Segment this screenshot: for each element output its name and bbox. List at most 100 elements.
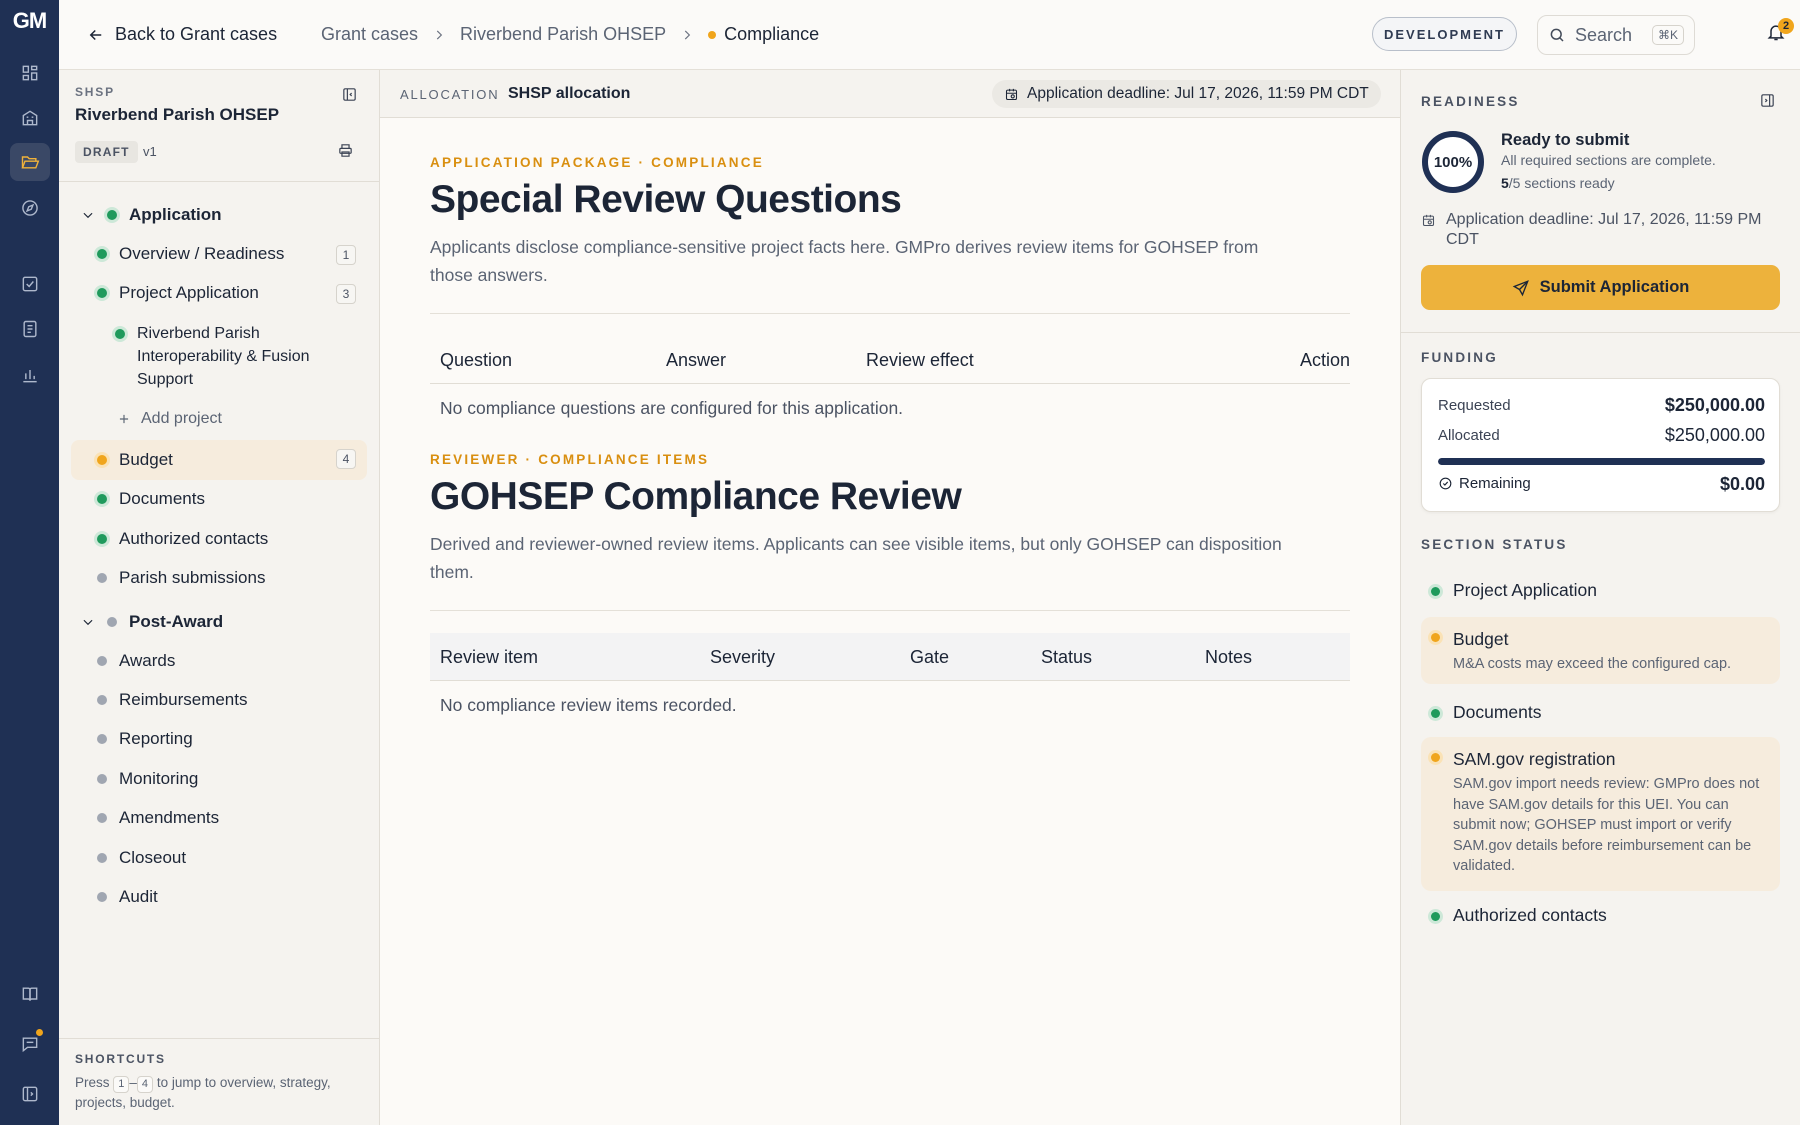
section-status-item[interactable]: SAM.gov registration SAM.gov import need… xyxy=(1421,737,1780,891)
status-dot xyxy=(97,734,107,744)
notifications-button[interactable]: 2 xyxy=(1766,18,1794,44)
sidebar-item-awards[interactable]: Awards xyxy=(97,651,175,671)
section-status-title: Documents xyxy=(1453,702,1542,722)
sidebar-item-label: Monitoring xyxy=(119,769,199,788)
sidebar-item-label: Project Application xyxy=(119,283,259,302)
deadline-text: Application deadline: Jul 17, 2026, 11:5… xyxy=(1027,85,1369,102)
add-project-button[interactable]: Add project xyxy=(117,410,222,428)
environment-badge: DEVELOPMENT xyxy=(1372,17,1517,51)
divider xyxy=(59,1038,379,1039)
sidebar-item-parish-submissions[interactable]: Parish submissions xyxy=(97,568,265,588)
section-status-title: Project Application xyxy=(1453,580,1597,600)
readiness-kicker: READINESS xyxy=(1421,94,1520,109)
collapse-panel-button[interactable] xyxy=(1759,92,1776,114)
rail-messages-button[interactable] xyxy=(10,1025,50,1063)
rail-finance-button[interactable] xyxy=(10,310,50,348)
status-dot xyxy=(115,329,125,339)
sidebar-item-monitoring[interactable]: Monitoring xyxy=(97,769,198,789)
status-dot xyxy=(97,288,107,298)
compass-icon xyxy=(22,200,38,216)
building-icon xyxy=(22,110,38,126)
grid-icon xyxy=(22,65,38,81)
collapse-sidebar-button[interactable] xyxy=(341,86,359,104)
section-status-item[interactable]: Authorized contacts xyxy=(1421,905,1780,935)
divider xyxy=(430,313,1350,314)
nav-group-post-award[interactable]: Post-Award xyxy=(81,612,223,632)
sidebar-item-project-application[interactable]: Project Application xyxy=(97,283,259,303)
section-kicker: REVIEWER · COMPLIANCE ITEMS xyxy=(430,452,710,467)
section-status-item[interactable]: Documents xyxy=(1421,702,1780,732)
sidebar-item-closeout[interactable]: Closeout xyxy=(97,848,186,868)
plus-icon xyxy=(119,414,129,424)
shortcut-dash: – xyxy=(129,1075,137,1090)
readiness-deadline: Application deadline: Jul 17, 2026, 11:5… xyxy=(1421,210,1771,250)
status-dot xyxy=(1431,633,1440,642)
sidebar-item-label: Overview / Readiness xyxy=(119,244,285,263)
column-header: Review item xyxy=(440,647,539,667)
breadcrumb-organization[interactable]: Riverbend Parish OHSEP xyxy=(460,24,666,45)
search-input[interactable]: Search ⌘K xyxy=(1537,15,1695,55)
breadcrumb-grant-cases[interactable]: Grant cases xyxy=(321,24,418,45)
section-status-item[interactable]: Budget M&A costs may exceed the configur… xyxy=(1421,617,1780,684)
review-table-header: Review item Severity Gate Status Notes xyxy=(430,633,1350,681)
rail-grant-cases-button[interactable] xyxy=(10,143,50,181)
sidebar-item-reporting[interactable]: Reporting xyxy=(97,729,193,749)
count-badge: 1 xyxy=(336,245,356,265)
section-status-item[interactable]: Project Application xyxy=(1421,580,1780,610)
status-dot xyxy=(97,494,107,504)
app-logo[interactable]: GM xyxy=(0,8,59,34)
status-dot xyxy=(1431,753,1440,762)
sidebar-item-label: Authorized contacts xyxy=(119,529,269,548)
back-to-grant-cases-link[interactable]: Back to Grant cases xyxy=(87,24,277,45)
rail-docs-button[interactable] xyxy=(10,975,50,1013)
sidebar-item-label: Riverbend Parish Interoperability & Fusi… xyxy=(137,325,310,388)
rail-expand-button[interactable] xyxy=(10,1075,50,1113)
status-dot xyxy=(1431,587,1440,596)
printer-icon xyxy=(339,144,352,157)
sidebar-item-documents[interactable]: Documents xyxy=(97,489,205,509)
section-title: GOHSEP Compliance Review xyxy=(430,475,962,518)
rail-reports-button[interactable] xyxy=(10,356,50,394)
funding-remaining-row: Remaining $0.00 xyxy=(1438,474,1765,494)
sidebar-item-project[interactable]: Riverbend Parish Interoperability & Fusi… xyxy=(115,322,325,391)
section-status-title: Authorized contacts xyxy=(1453,905,1607,925)
section-kicker: APPLICATION PACKAGE · COMPLIANCE xyxy=(430,155,764,170)
funding-card: Requested $250,000.00 Allocated $250,000… xyxy=(1421,378,1780,512)
folder-open-icon xyxy=(21,156,40,169)
sidebar-item-label: Reporting xyxy=(119,729,193,748)
status-dot xyxy=(107,617,117,627)
questions-table-header: Question Answer Review effect Action xyxy=(430,336,1350,384)
sidebar-item-audit[interactable]: Audit xyxy=(97,887,158,907)
submit-label: Submit Application xyxy=(1539,278,1690,296)
rail-tasks-button[interactable] xyxy=(10,265,50,303)
readiness-percent: 100% xyxy=(1433,153,1473,171)
section-description: Applicants disclose compliance-sensitive… xyxy=(430,237,1259,285)
rail-dashboard-button[interactable] xyxy=(10,54,50,92)
panel-right-icon xyxy=(1761,94,1774,107)
sidebar-item-budget[interactable]: Budget xyxy=(97,450,173,470)
sidebar-item-label: Audit xyxy=(119,887,158,906)
rail-organizations-button[interactable] xyxy=(10,99,50,137)
rail-explore-button[interactable] xyxy=(10,189,50,227)
review-empty-state: No compliance review items recorded. xyxy=(440,695,737,715)
messages-unread-indicator xyxy=(35,1028,44,1037)
submit-application-button[interactable]: Submit Application xyxy=(1421,265,1780,310)
column-header: Review effect xyxy=(866,350,974,370)
sections-ready-count: 5/5 sections ready xyxy=(1501,175,1615,191)
section-status-kicker: SECTION STATUS xyxy=(1421,537,1568,552)
chevron-down-icon xyxy=(83,619,93,626)
sidebar-item-authorized-contacts[interactable]: Authorized contacts xyxy=(97,529,268,549)
column-header: Answer xyxy=(666,350,727,370)
shortcut-key: 4 xyxy=(136,1076,154,1093)
panel-left-icon xyxy=(343,88,356,101)
message-icon xyxy=(22,1037,38,1053)
sidebar-item-amendments[interactable]: Amendments xyxy=(97,808,219,828)
section-description: Derived and reviewer-owned review items.… xyxy=(430,534,1282,582)
print-button[interactable] xyxy=(337,142,357,162)
checkbox-icon xyxy=(22,276,38,292)
breadcrumb: Grant cases Riverbend Parish OHSEP Compl… xyxy=(321,24,819,45)
sidebar-item-reimbursements[interactable]: Reimbursements xyxy=(97,690,248,710)
sidebar-item-overview[interactable]: Overview / Readiness xyxy=(97,244,284,264)
nav-group-application[interactable]: Application xyxy=(81,205,222,225)
funding-kicker: FUNDING xyxy=(1421,350,1498,365)
